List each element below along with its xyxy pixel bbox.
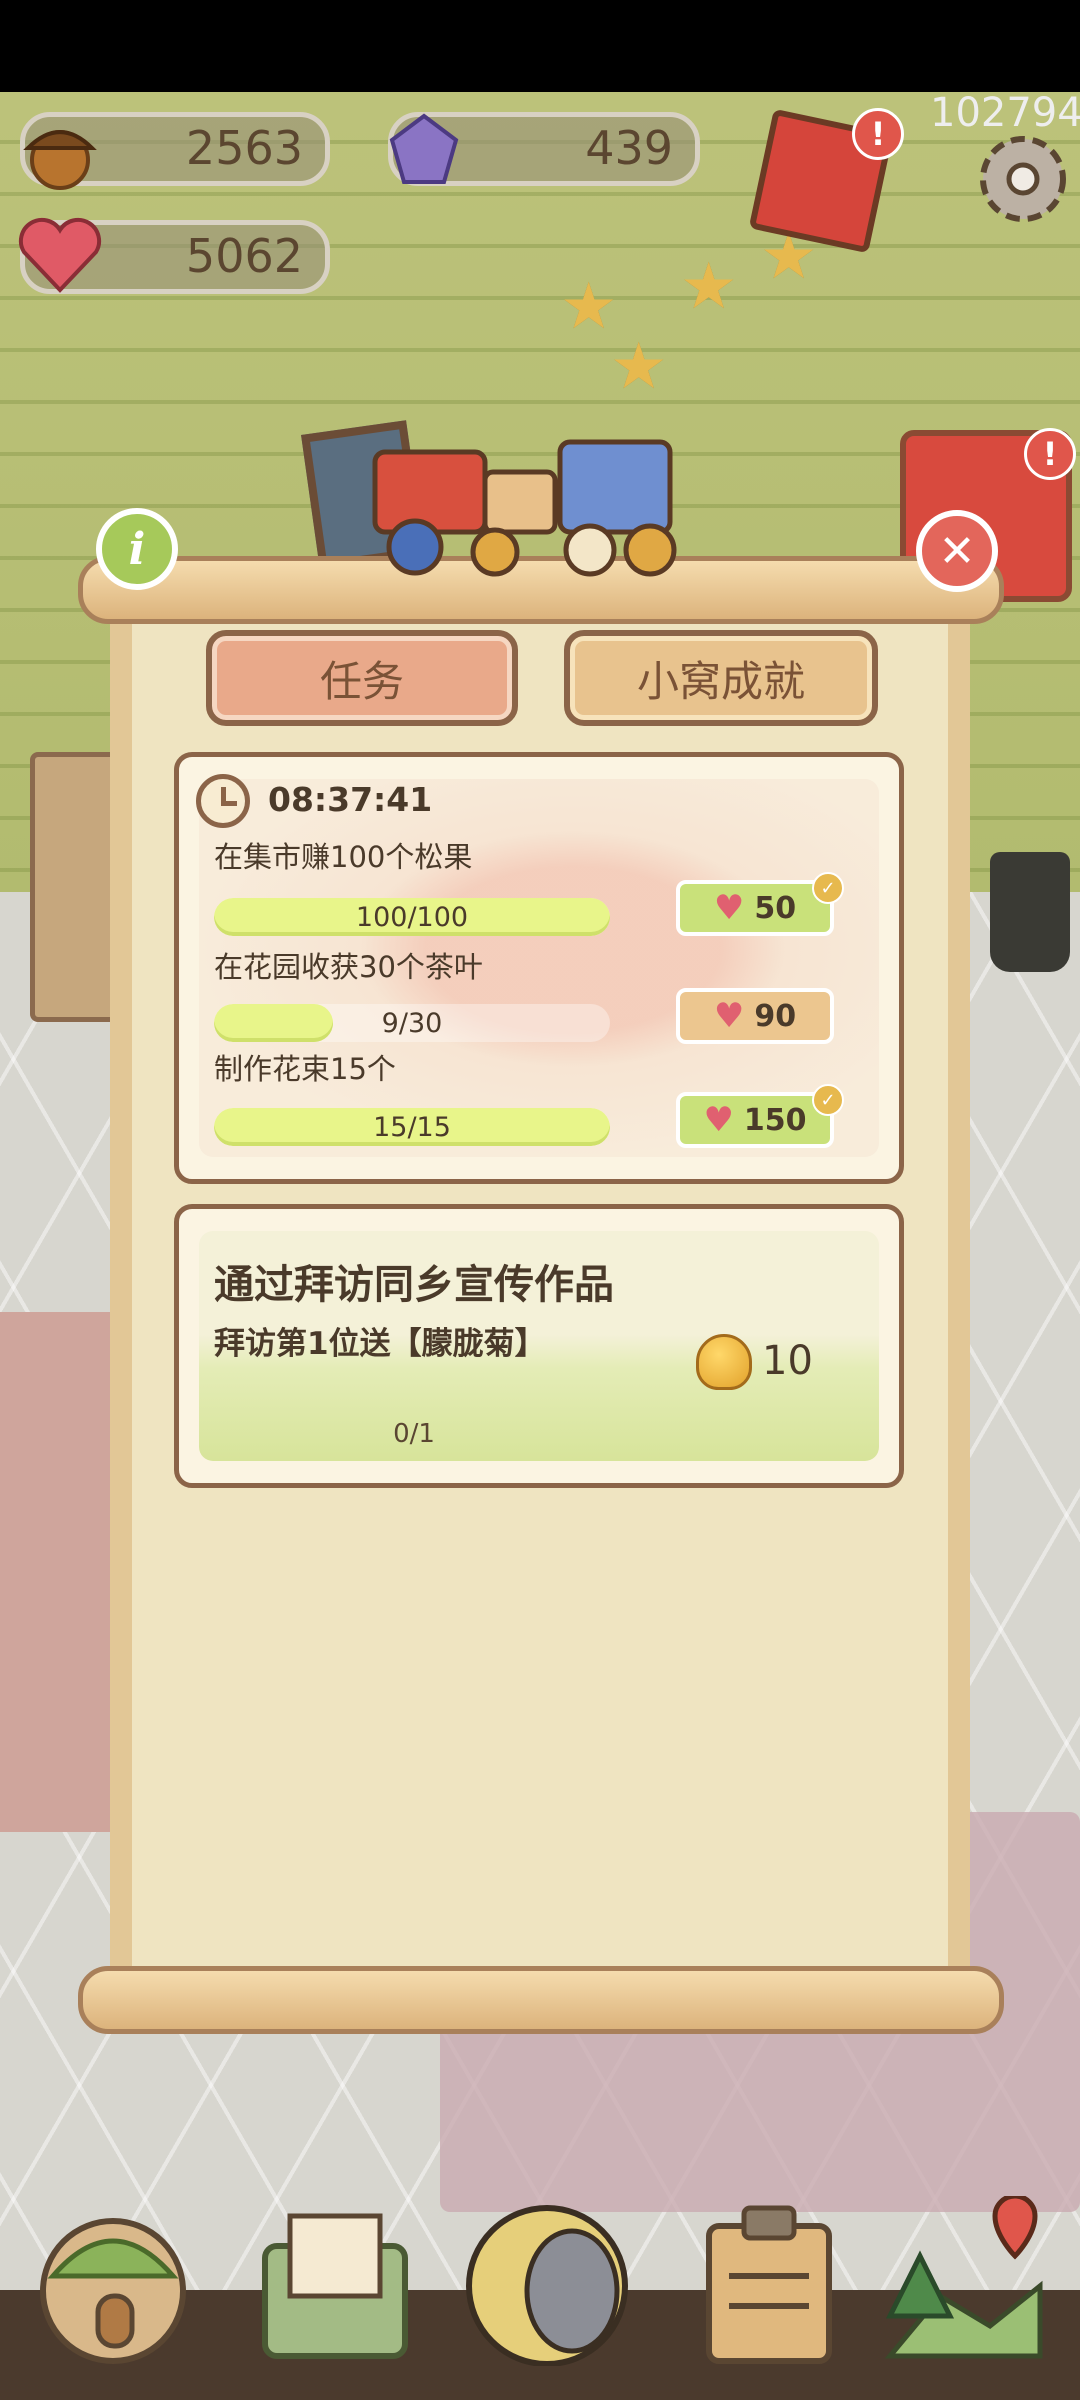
heart-icon: ♥ xyxy=(703,1100,734,1140)
heart-value: 5062 xyxy=(185,229,303,283)
task-progress-bar: 100/100 xyxy=(214,898,610,936)
star-icon: ★ xyxy=(560,270,618,344)
alert-badge-icon: ! xyxy=(852,108,904,160)
check-icon: ✓ xyxy=(812,872,844,904)
gear-icon[interactable] xyxy=(968,124,1078,234)
task-label: 在花园收获30个茶叶 xyxy=(214,950,483,984)
tab-tasks[interactable]: 任务 xyxy=(206,630,518,726)
close-button[interactable]: ✕ xyxy=(916,510,998,592)
daily-timer: 08:37:41 xyxy=(268,780,433,819)
tab-home-achievements[interactable]: 小窝成就 xyxy=(564,630,878,726)
star-icon: ★ xyxy=(680,250,738,324)
heart-icon: ♥ xyxy=(713,996,745,1036)
task-reward-button[interactable]: ♥ 90 xyxy=(676,988,834,1044)
reward-value: 90 xyxy=(754,998,797,1034)
map-nav-icon[interactable] xyxy=(880,2196,1050,2366)
gem-value: 439 xyxy=(585,121,673,175)
heart-icon xyxy=(18,217,102,293)
dresser xyxy=(0,1312,126,1832)
reward-value: 150 xyxy=(743,1102,807,1138)
task-label: 在集市赚100个松果 xyxy=(214,840,473,874)
task-progress-text: 9/30 xyxy=(381,1007,443,1039)
scroll-bottom-rod xyxy=(78,1966,1004,2034)
task-reward-button[interactable]: ♥ 50 ✓ xyxy=(676,872,844,936)
task-progress-bar: 15/15 xyxy=(214,1108,610,1146)
acorn-value: 2563 xyxy=(185,121,303,175)
bell-icon xyxy=(696,1334,752,1390)
info-button[interactable]: i xyxy=(96,508,178,590)
reward-value: 50 xyxy=(754,890,797,926)
letter-nav-icon[interactable] xyxy=(250,2196,420,2366)
gem-icon xyxy=(389,113,459,184)
task-progress-text: 15/15 xyxy=(373,1111,451,1143)
event-title: 通过拜访同乡宣传作品 xyxy=(214,1262,614,1308)
clock-icon xyxy=(196,774,250,828)
event-subtitle: 拜访第1位送【朦胧菊】 xyxy=(214,1326,546,1362)
acorn-icon xyxy=(23,130,97,190)
potted-plant xyxy=(990,852,1070,972)
task-progress-text: 100/100 xyxy=(355,901,469,933)
event-progress: 0/1 xyxy=(393,1419,435,1449)
toy-train-icon xyxy=(372,439,677,577)
task-label: 制作花束15个 xyxy=(214,1052,396,1086)
check-icon: ✓ xyxy=(812,1084,844,1116)
heart-icon: ♥ xyxy=(713,888,745,928)
home-nav-icon[interactable] xyxy=(28,2196,198,2366)
task-reward-button[interactable]: ♥ 150 ✓ xyxy=(676,1084,844,1148)
gift-alert-badge-icon: ! xyxy=(1024,428,1076,480)
hamster-nav-icon[interactable] xyxy=(462,2196,632,2366)
clipboard-nav-icon[interactable] xyxy=(684,2196,854,2366)
task-progress-bar: 9/30 xyxy=(214,1004,610,1042)
event-reward-value: 10 xyxy=(762,1338,813,1384)
star-icon: ★ xyxy=(610,330,668,404)
